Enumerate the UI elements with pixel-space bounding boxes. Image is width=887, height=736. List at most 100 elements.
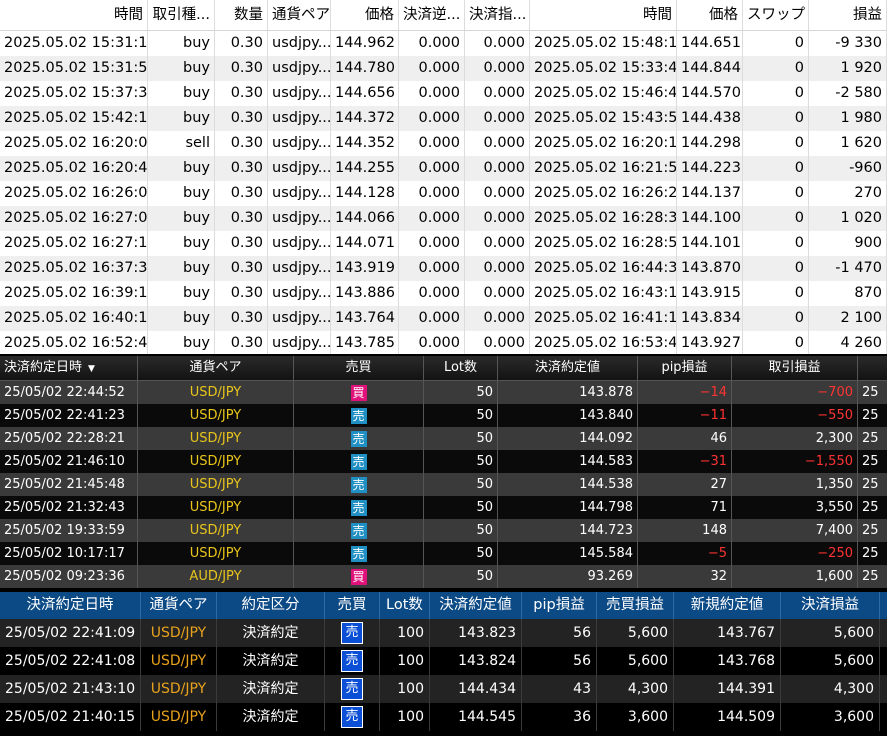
col-pip-header[interactable]: pip損益	[638, 356, 732, 380]
cell-lot: 50	[424, 404, 498, 427]
dark-row[interactable]: 25/05/02 09:23:36 AUD/JPY 買 50 93.269 32 1,600…	[0, 565, 887, 588]
history-row[interactable]: 2025.05.02 16:26:00 buy 0.30 usdjpy... 144.1…	[0, 181, 887, 206]
cell-swap: 0	[743, 256, 809, 281]
col-open-price-header[interactable]: 新規約定値	[674, 592, 781, 619]
dark-row[interactable]: 25/05/02 21:32:43 USD/JPY 売 50 144.798 71 3,55…	[0, 496, 887, 519]
cell-profit: 2 100	[809, 306, 887, 331]
history-row[interactable]: 2025.05.02 15:37:38 buy 0.30 usdjpy... 144.6…	[0, 81, 887, 106]
col-lot-header[interactable]: Lot数	[380, 592, 430, 619]
col-trade-pl-header[interactable]: 取引損益	[732, 356, 858, 380]
settled-trades-panel-blue: 決済約定日時 通貨ペア 約定区分 売買 Lot数 決済約定値 pip損益 売買損…	[0, 592, 887, 736]
history-row[interactable]: 2025.05.02 16:37:32 buy 0.30 usdjpy... 143.9…	[0, 256, 887, 281]
col-volume-header[interactable]: 数量	[215, 0, 268, 30]
history-row[interactable]: 2025.05.02 16:20:04 sell 0.30 usdjpy... 144.…	[0, 131, 887, 156]
cell-swap: 0	[743, 231, 809, 256]
cell-close-price: 143.927	[677, 331, 743, 354]
cell-pair: AUD/JPY	[138, 565, 294, 588]
history-row[interactable]: 2025.05.02 15:31:11 buy 0.30 usdjpy... 144.9…	[0, 31, 887, 56]
col-lot-header[interactable]: Lot数	[424, 356, 498, 380]
cell-trade-pl: 1,350	[732, 473, 858, 496]
col-trade-pl-header[interactable]: 売買損益	[597, 592, 674, 619]
cell-volume: 0.30	[215, 331, 268, 354]
cell-type: buy	[148, 156, 215, 181]
history-row[interactable]: 2025.05.02 16:40:18 buy 0.30 usdjpy... 143.7…	[0, 306, 887, 331]
cell-open-price: 144.656	[331, 81, 399, 106]
cell-volume: 0.30	[215, 31, 268, 56]
col-settle-pl-header[interactable]: 決済損益	[781, 592, 880, 619]
cell-type: buy	[148, 281, 215, 306]
dark-row[interactable]: 25/05/02 22:41:23 USD/JPY 売 50 143.840 −11 −55…	[0, 404, 887, 427]
cell-open-price: 144.372	[331, 106, 399, 131]
dark-row[interactable]: 25/05/02 21:45:48 USD/JPY 売 50 144.538 27 1,35…	[0, 473, 887, 496]
col-settle-time-label: 決済約定日時	[4, 360, 83, 375]
col-close-price-header[interactable]: 価格	[677, 0, 743, 30]
blue-row[interactable]: 25/05/02 21:40:15 USD/JPY 決済約定売 100 144.545 3…	[0, 703, 887, 731]
cell-swap: 0	[743, 181, 809, 206]
blue-row[interactable]: 25/05/02 22:41:08 USD/JPY 決済約定売 100 143.824 5…	[0, 647, 887, 675]
cell-kind: 決済約定	[217, 675, 325, 703]
cell-profit: 1 920	[809, 56, 887, 81]
cell-side: 売	[294, 427, 424, 450]
cell-settle-pl: 5,600	[781, 619, 880, 647]
cell-open-time: 2025.05.02 16:37:32	[0, 256, 148, 281]
cell-open-price: 143.785	[331, 331, 399, 354]
history-row[interactable]: 2025.05.02 16:27:10 buy 0.30 usdjpy... 144.0…	[0, 231, 887, 256]
col-extra-header[interactable]	[858, 356, 887, 380]
col-close-time-header[interactable]: 時間	[530, 0, 677, 30]
history-row[interactable]: 2025.05.02 16:20:42 buy 0.30 usdjpy... 144.2…	[0, 156, 887, 181]
cell-open-time: 2025.05.02 16:20:04	[0, 131, 148, 156]
col-settle-price-header[interactable]: 決済約定値	[430, 592, 522, 619]
col-settle-time-header[interactable]: 決済約定日時	[0, 592, 141, 619]
history-row[interactable]: 2025.05.02 16:52:47 buy 0.30 usdjpy... 143.7…	[0, 331, 887, 354]
col-sl-header[interactable]: 決済逆...	[399, 0, 465, 30]
dark-row[interactable]: 25/05/02 10:17:17 USD/JPY 売 50 145.584 −5 −250…	[0, 542, 887, 565]
cell-take-profit: 0.000	[465, 106, 530, 131]
cell-stop-loss: 0.000	[399, 81, 465, 106]
col-type-header[interactable]: 取引種...	[148, 0, 215, 30]
col-pip-header[interactable]: pip損益	[522, 592, 597, 619]
blue-row[interactable]: 25/05/02 21:43:10 USD/JPY 決済約定売 100 144.434 4…	[0, 675, 887, 703]
cell-type: buy	[148, 81, 215, 106]
col-open-time-header[interactable]: 時間	[0, 0, 148, 30]
cell-side: 売	[294, 404, 424, 427]
sort-down-icon[interactable]: ▼	[88, 364, 95, 374]
dark-row[interactable]: 25/05/02 21:46:10 USD/JPY 売 50 144.583 −31 −1,…	[0, 450, 887, 473]
cell-close-price: 144.137	[677, 181, 743, 206]
cell-trade-pl: 7,400	[732, 519, 858, 542]
col-pair-header[interactable]: 通貨ペア	[141, 592, 217, 619]
col-open-price-header[interactable]: 価格	[331, 0, 399, 30]
blue-row[interactable]: 25/05/02 22:41:09 USD/JPY 決済約定売 100 143.823 5…	[0, 619, 887, 647]
cell-side: 売	[325, 619, 380, 647]
col-tp-header[interactable]: 決済指...	[465, 0, 530, 30]
cell-trade-pl: −1,550	[732, 450, 858, 473]
cell-volume: 0.30	[215, 106, 268, 131]
cell-side: 売	[294, 519, 424, 542]
cell-side: 売	[325, 703, 380, 731]
col-kind-header[interactable]: 約定区分	[217, 592, 325, 619]
history-row[interactable]: 2025.05.02 16:39:14 buy 0.30 usdjpy... 143.8…	[0, 281, 887, 306]
cell-close-price: 144.844	[677, 56, 743, 81]
cell-stop-loss: 0.000	[399, 281, 465, 306]
col-settle-time-header[interactable]: 決済約定日時 ▼	[0, 356, 138, 380]
col-symbol-header[interactable]: 通貨ペア	[268, 0, 331, 30]
col-settle-price-header[interactable]: 決済約定値	[498, 356, 638, 380]
history-row[interactable]: 2025.05.02 15:42:12 buy 0.30 usdjpy... 144.3…	[0, 106, 887, 131]
dark-row[interactable]: 25/05/02 19:33:59 USD/JPY 売 50 144.723 148 7,4…	[0, 519, 887, 542]
dark-row[interactable]: 25/05/02 22:44:52 USD/JPY 買 50 143.878 −14 −70…	[0, 381, 887, 404]
cell-settle-price: 143.823	[430, 619, 522, 647]
col-profit-header[interactable]: 損益	[809, 0, 887, 30]
col-swap-header[interactable]: スワップ	[743, 0, 809, 30]
history-row[interactable]: 2025.05.02 15:31:54 buy 0.30 usdjpy... 144.7…	[0, 56, 887, 81]
col-pair-header[interactable]: 通貨ペア	[138, 356, 294, 380]
cell-stop-loss: 0.000	[399, 306, 465, 331]
cell-extra: 25	[862, 477, 879, 492]
col-side-header[interactable]: 売買	[294, 356, 424, 380]
cell-pair: USD/JPY	[138, 473, 294, 496]
cell-take-profit: 0.000	[465, 206, 530, 231]
col-side-header[interactable]: 売買	[325, 592, 380, 619]
cell-stop-loss: 0.000	[399, 231, 465, 256]
cell-volume: 0.30	[215, 131, 268, 156]
dark-row[interactable]: 25/05/02 22:28:21 USD/JPY 売 50 144.092 46 2,30…	[0, 427, 887, 450]
history-row[interactable]: 2025.05.02 16:27:08 buy 0.30 usdjpy... 144.0…	[0, 206, 887, 231]
cell-kind: 決済約定	[217, 703, 325, 731]
